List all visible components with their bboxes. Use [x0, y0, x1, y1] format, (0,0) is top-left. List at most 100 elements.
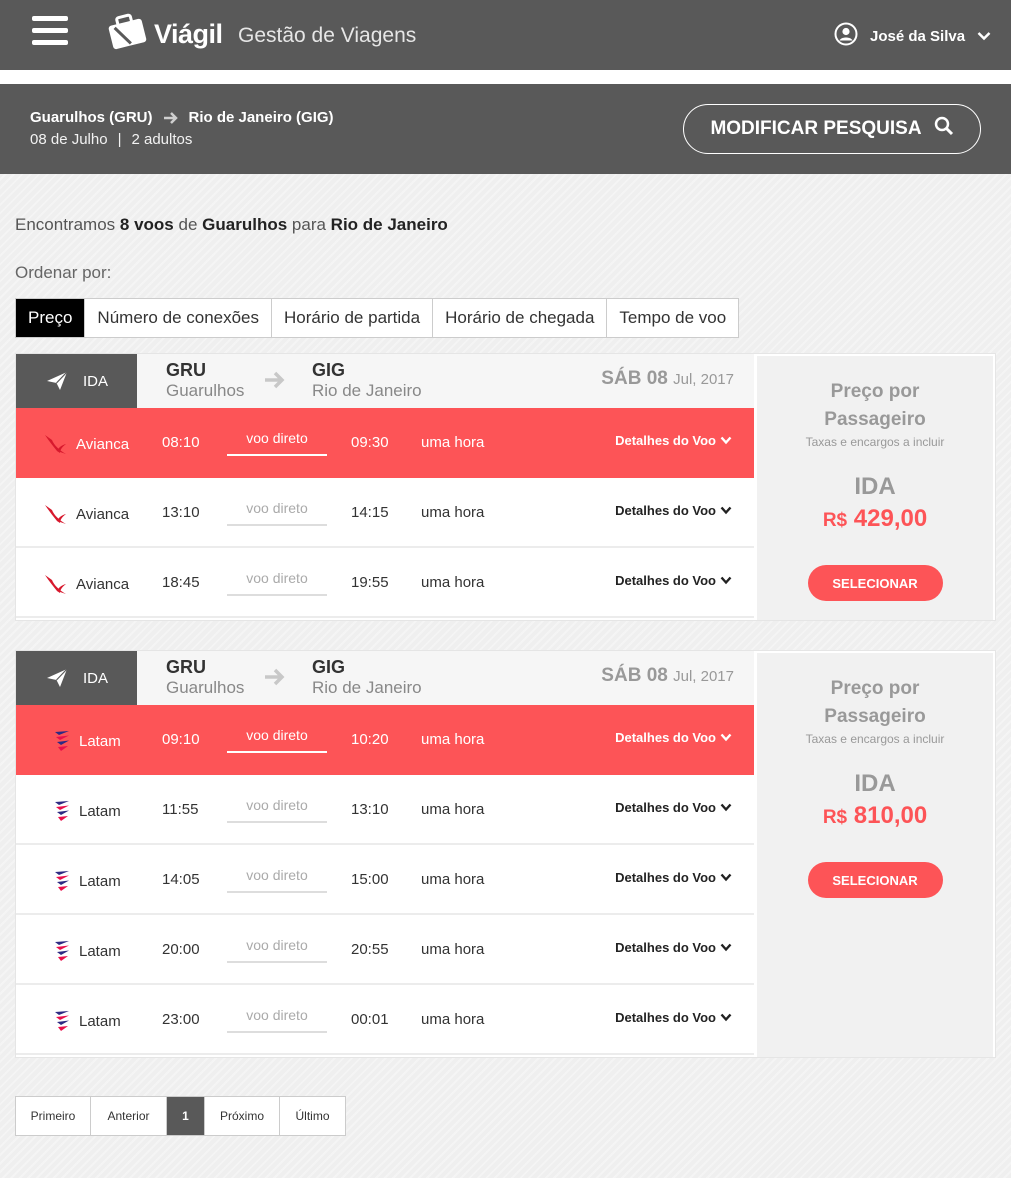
- flight-date-month-year: Jul, 2017: [673, 371, 734, 388]
- stops-label: voo direto: [227, 570, 327, 596]
- chevron-down-icon: [720, 873, 732, 882]
- flight-row[interactable]: Avianca 18:45 voo direto 19:55 uma hora Detal…: [16, 548, 754, 618]
- flight-row[interactable]: Latam 09:10 voo direto 10:20 uma hora Detalhe…: [16, 705, 754, 775]
- flight-row[interactable]: Avianca 08:10 voo direto 09:30 uma hora Detal…: [16, 408, 754, 478]
- airline-name: Latam: [79, 942, 121, 960]
- arrival-time: 15:00: [351, 871, 389, 888]
- price-panel: Preço por Passageiro Taxas e encargos a in…: [757, 356, 993, 620]
- destination: Rio de Janeiro (GIG): [188, 109, 334, 126]
- arrival-time: 09:30: [351, 434, 389, 451]
- sort-tab-3[interactable]: Horário de chegada: [433, 299, 608, 337]
- stops-label: voo direto: [227, 727, 327, 753]
- price-title-line-1: Preço por: [830, 381, 920, 402]
- select-flight-button[interactable]: SELECIONAR: [807, 565, 943, 601]
- flight-row[interactable]: Latam 11:55 voo direto 13:10 uma hora Detalhe…: [16, 775, 754, 845]
- flight-details-toggle[interactable]: Detalhes do Voo: [615, 1010, 732, 1025]
- select-flight-button[interactable]: SELECIONAR: [807, 862, 943, 898]
- destination-code: GIG: [312, 360, 346, 380]
- departure-time: 14:05: [162, 871, 200, 888]
- chevron-down-icon: [720, 506, 732, 515]
- stops-label: voo direto: [227, 1007, 327, 1033]
- flight-details-label: Detalhes do Voo: [615, 503, 716, 518]
- leg-badge: IDA: [16, 651, 137, 705]
- sort-tab-1[interactable]: Número de conexões: [85, 299, 273, 337]
- plane-icon: [45, 370, 69, 392]
- flight-details-toggle[interactable]: Detalhes do Voo: [615, 503, 732, 518]
- airline: Avianca: [44, 502, 129, 526]
- flight-details-toggle[interactable]: Detalhes do Voo: [615, 573, 732, 588]
- stops-label: voo direto: [227, 867, 327, 893]
- flight-group-card: IDA GRU Guarulhos GIG Rio de Janeiro SÁB 08 J…: [15, 650, 996, 1058]
- price-panel: Preço por Passageiro Taxas e encargos a in…: [757, 653, 993, 1057]
- sort-label: Ordenar por:: [15, 263, 112, 282]
- page-current[interactable]: 1: [167, 1097, 205, 1135]
- user-menu[interactable]: José da Silva: [834, 22, 991, 51]
- flight-details-toggle[interactable]: Detalhes do Voo: [615, 730, 732, 745]
- flight-details-toggle[interactable]: Detalhes do Voo: [615, 940, 732, 955]
- chevron-down-icon: [720, 436, 732, 445]
- page-previous[interactable]: Anterior: [91, 1097, 167, 1135]
- airline: Latam: [53, 869, 121, 893]
- hamburger-menu-icon[interactable]: [32, 16, 68, 48]
- flight-duration: uma hora: [421, 574, 485, 591]
- airline: Avianca: [44, 432, 129, 456]
- page-first[interactable]: Primeiro: [16, 1097, 91, 1135]
- group-header: IDA GRU Guarulhos GIG Rio de Janeiro SÁB 08 J…: [16, 651, 754, 705]
- airline: Latam: [53, 799, 121, 823]
- search-meta: 08 de Julho | 2 adultos: [30, 131, 192, 148]
- flight-details-toggle[interactable]: Detalhes do Voo: [615, 800, 732, 815]
- price-leg-label: IDA: [854, 770, 896, 797]
- brand-logo[interactable]: Viágil: [106, 13, 223, 54]
- chevron-down-icon: [720, 733, 732, 742]
- airline: Latam: [53, 729, 121, 753]
- results-from-word: de: [178, 215, 198, 234]
- modify-search-label: MODIFICAR PESQUISA: [710, 118, 922, 139]
- latam-logo-icon: [53, 1009, 71, 1033]
- flight-details-toggle[interactable]: Detalhes do Voo: [615, 870, 732, 885]
- departure-time: 23:00: [162, 1011, 200, 1028]
- stops-label: voo direto: [227, 430, 327, 456]
- departure-time: 09:10: [162, 731, 200, 748]
- flight-details-label: Detalhes do Voo: [615, 940, 716, 955]
- arrival-time: 10:20: [351, 731, 389, 748]
- destination-city: Rio de Janeiro: [312, 381, 422, 400]
- departure-time: 11:55: [162, 801, 199, 818]
- user-name: José da Silva: [870, 28, 966, 45]
- plane-icon: [45, 667, 69, 689]
- airline-name: Latam: [79, 732, 121, 750]
- flight-duration: uma hora: [421, 1011, 485, 1028]
- taxes-note: Taxas e encargos a incluir: [805, 732, 945, 746]
- modify-search-button[interactable]: MODIFICAR PESQUISA: [683, 104, 981, 154]
- header-divider: [0, 70, 1011, 84]
- price-value: 810,00: [853, 802, 928, 829]
- results-prefix: Encontramos: [15, 215, 116, 234]
- flight-group-card: IDA GRU Guarulhos GIG Rio de Janeiro SÁB 08 J…: [15, 353, 996, 621]
- page-next[interactable]: Próximo: [205, 1097, 280, 1135]
- price-per-passenger-title: Preço por Passageiro: [757, 378, 993, 434]
- currency-symbol: R$: [822, 510, 848, 531]
- airline-name: Avianca: [76, 505, 130, 523]
- flight-details-toggle[interactable]: Detalhes do Voo: [615, 433, 732, 448]
- flight-row[interactable]: Avianca 13:10 voo direto 14:15 uma hora Detal…: [16, 478, 754, 548]
- sort-tab-0[interactable]: Preço: [16, 299, 86, 337]
- latam-logo-icon: [53, 729, 71, 753]
- departure-time: 18:45: [162, 574, 200, 591]
- flight-duration: uma hora: [421, 871, 485, 888]
- sort-tab-2[interactable]: Horário de partida: [272, 299, 434, 337]
- flight-list: IDA GRU Guarulhos GIG Rio de Janeiro SÁB 08 J…: [16, 354, 754, 618]
- flight-duration: uma hora: [421, 731, 485, 748]
- avianca-logo-icon: [44, 432, 68, 456]
- currency-symbol: R$: [822, 807, 848, 828]
- top-bar: Viágil Gestão de Viagens José da Silva: [0, 0, 1011, 70]
- flight-details-label: Detalhes do Voo: [615, 870, 716, 885]
- flight-details-label: Detalhes do Voo: [615, 573, 716, 588]
- sort-tab-4[interactable]: Tempo de voo: [607, 299, 738, 337]
- flight-row[interactable]: Latam 23:00 voo direto 00:01 uma hora Detalhe…: [16, 985, 754, 1055]
- page-last[interactable]: Último: [280, 1097, 345, 1135]
- flight-date-day: SÁB 08: [601, 368, 668, 389]
- meta-separator: |: [117, 131, 122, 148]
- flight-date-day: SÁB 08: [601, 665, 668, 686]
- latam-logo-icon: [53, 939, 71, 963]
- flight-row[interactable]: Latam 20:00 voo direto 20:55 uma hora Detalhe…: [16, 915, 754, 985]
- flight-row[interactable]: Latam 14:05 voo direto 15:00 uma hora Detalhe…: [16, 845, 754, 915]
